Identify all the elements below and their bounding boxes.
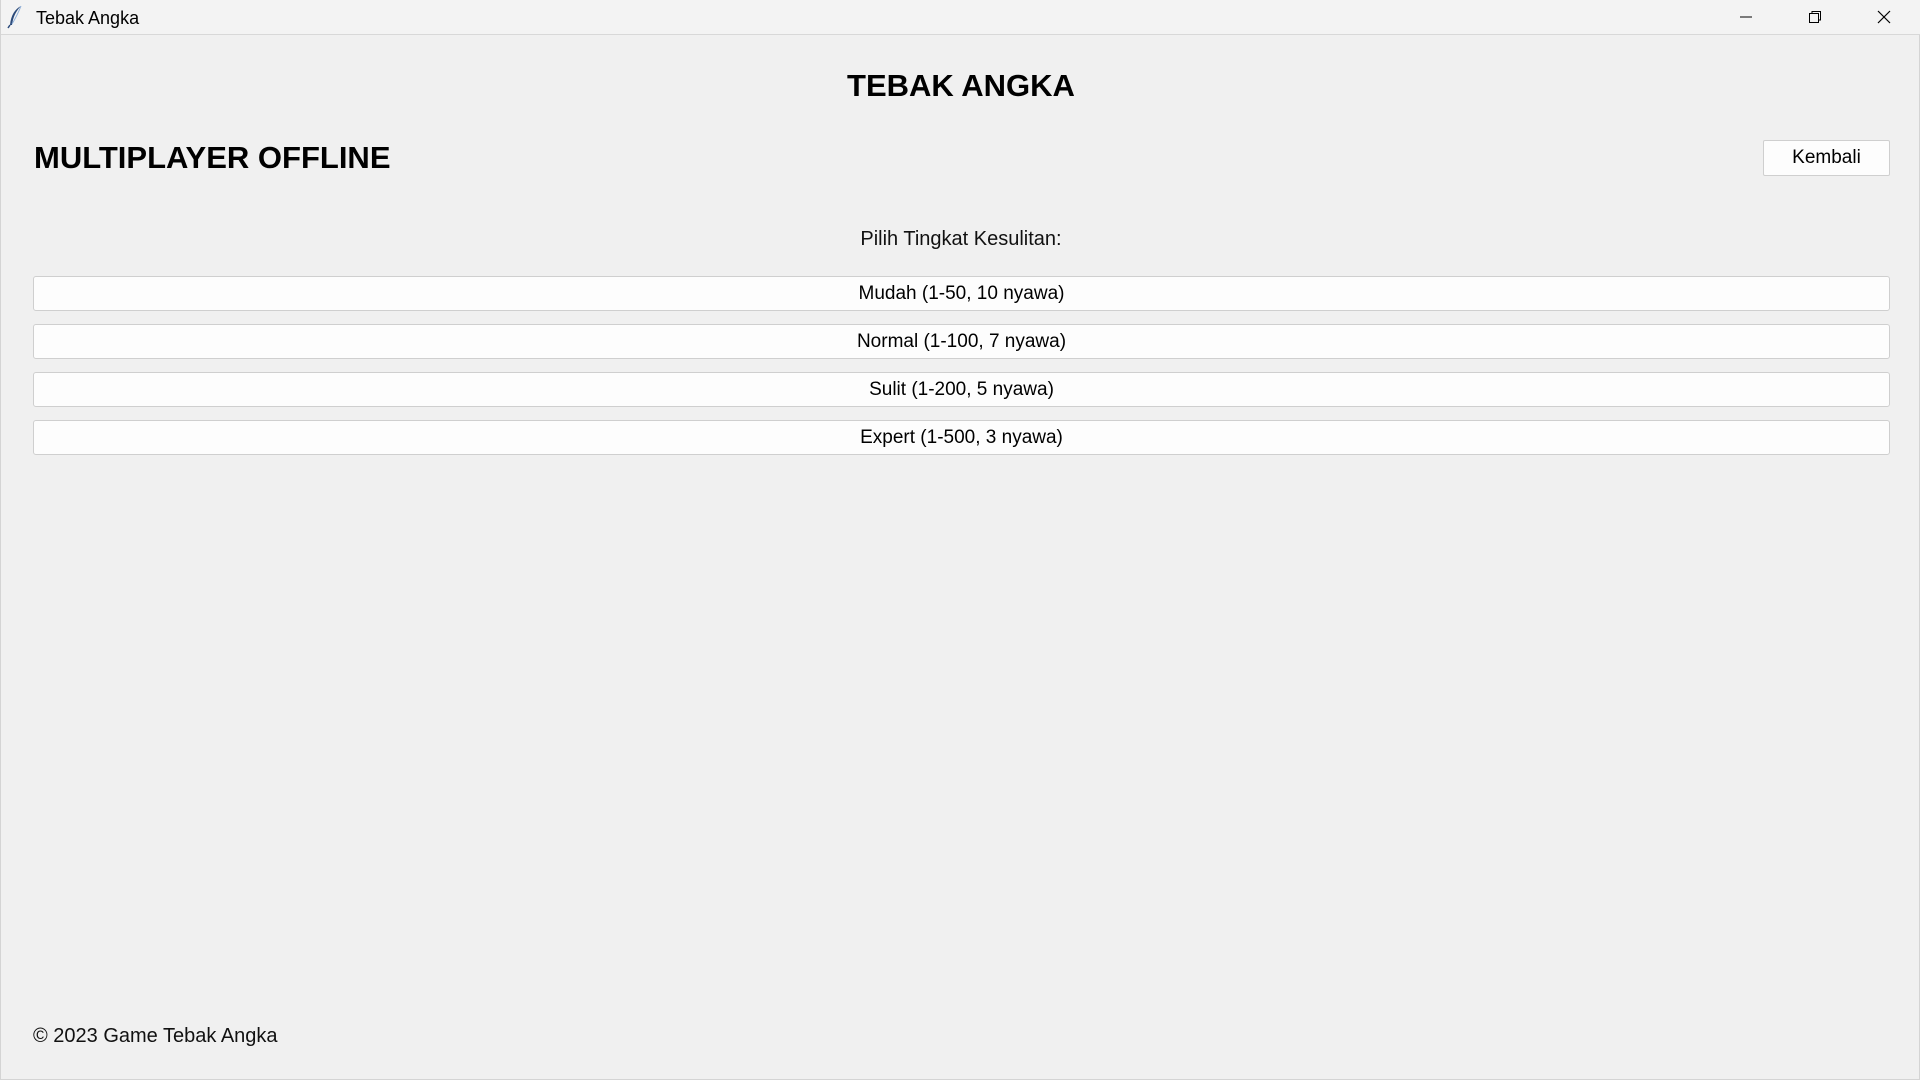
footer-copyright: © 2023 Game Tebak Angka [33,1025,278,1047]
app-window: Tebak Angka TEBAK ANGKA MULTIPLAYER OFFL… [0,0,1920,1080]
difficulty-hard-button[interactable]: Sulit (1-200, 5 nyawa) [33,372,1890,407]
mode-title: MULTIPLAYER OFFLINE [34,140,391,175]
back-button[interactable]: Kembali [1763,140,1890,176]
app-heading: TEBAK ANGKA [847,68,1075,103]
minimize-icon [1738,9,1754,25]
restore-icon [1807,9,1823,25]
title-bar[interactable]: Tebak Angka [1,0,1920,35]
close-button[interactable] [1849,0,1918,34]
window-title: Tebak Angka [36,8,140,28]
difficulty-expert-button[interactable]: Expert (1-500, 3 nyawa) [33,420,1890,455]
restore-button[interactable] [1780,0,1849,34]
difficulty-normal-button[interactable]: Normal (1-100, 7 nyawa) [33,324,1890,359]
feather-icon [7,5,25,29]
close-icon [1876,9,1892,25]
difficulty-prompt: Pilih Tingkat Kesulitan: [860,228,1062,250]
difficulty-easy-button[interactable]: Mudah (1-50, 10 nyawa) [33,276,1890,311]
minimize-button[interactable] [1711,0,1780,34]
